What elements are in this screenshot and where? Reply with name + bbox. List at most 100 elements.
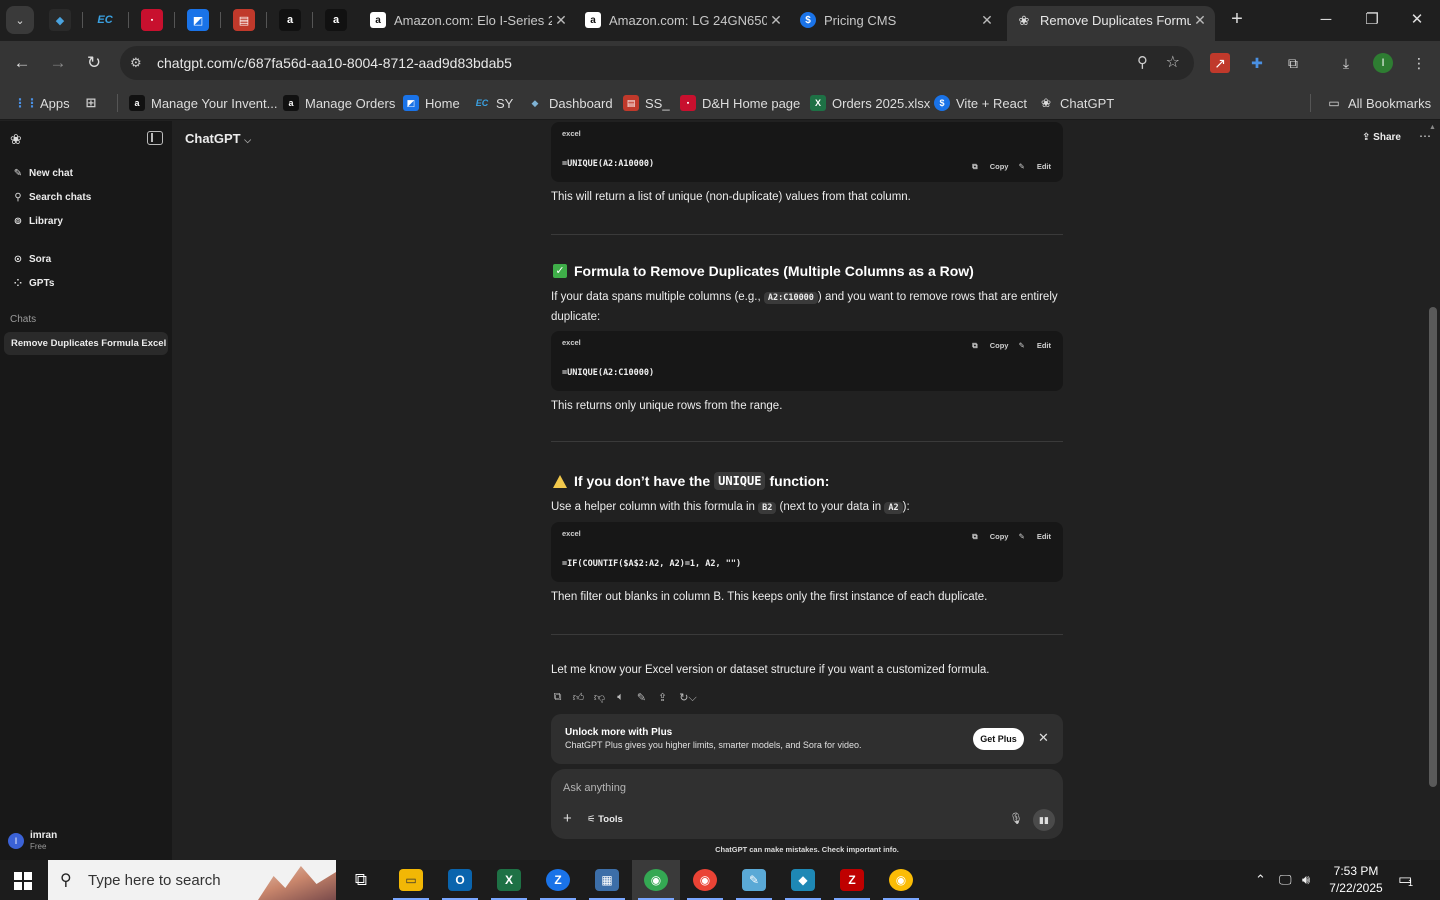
edit-button[interactable]: ✎ Edit xyxy=(1018,532,1051,541)
extensions-puzzle-icon[interactable]: ⧉ xyxy=(1283,53,1303,73)
chrome-alt-icon[interactable]: ◉ xyxy=(877,860,925,900)
pinned-tab-dh-icon[interactable]: ▪ xyxy=(141,9,163,31)
copy-button[interactable]: ⧉ Copy xyxy=(972,162,1008,171)
zoom-icon[interactable]: ⚲ xyxy=(1137,53,1148,71)
excel-icon[interactable]: X xyxy=(485,860,533,900)
network-icon[interactable]: 🖵︎ xyxy=(1279,872,1292,888)
bookmark-dh-home[interactable]: ▪ D&H Home page xyxy=(680,92,800,114)
copy-button[interactable]: ⧉ Copy xyxy=(972,341,1008,350)
bookmark-apps[interactable]: ⋮⋮ Apps xyxy=(14,92,70,114)
close-icon[interactable]: ✕ xyxy=(1038,730,1049,746)
tray-overflow-icon[interactable]: ⌃ xyxy=(1255,872,1266,888)
new-tab-button[interactable]: + xyxy=(1226,9,1248,31)
edit-canvas-icon[interactable]: ✎ xyxy=(635,691,648,705)
reload-button[interactable]: ↻ xyxy=(83,52,105,74)
file-explorer-icon[interactable]: ▭ xyxy=(387,860,435,900)
notepad-icon[interactable]: ✎ xyxy=(730,860,778,900)
tools-button[interactable]: ⚟ Tools xyxy=(587,814,623,825)
amazon-icon: a xyxy=(370,12,386,28)
pinned-tab-amazon-icon[interactable]: a xyxy=(279,9,301,31)
extension-blue-icon[interactable]: ✚ xyxy=(1247,53,1267,73)
close-icon[interactable]: ✕ xyxy=(978,12,996,29)
thumbs-up-icon[interactable]: 👍︎ xyxy=(572,691,585,705)
minimize-button[interactable]: ─ xyxy=(1314,8,1338,32)
sidebar-toggle-icon[interactable] xyxy=(147,131,163,145)
read-aloud-icon[interactable]: 🔈︎ xyxy=(614,691,627,705)
notification-center-icon[interactable]: ▭ 1 xyxy=(1398,870,1413,888)
bookmark-dashboard[interactable]: ◆ Dashboard xyxy=(527,92,613,114)
get-plus-button[interactable]: Get Plus xyxy=(973,728,1024,750)
browser-menu-icon[interactable]: ⋮ xyxy=(1409,53,1429,73)
restore-button[interactable]: ❐ xyxy=(1360,8,1384,32)
zoho-icon[interactable]: Z xyxy=(534,860,582,900)
share-button[interactable]: ⇪ Share xyxy=(1362,132,1401,143)
sidebar-item-sora[interactable]: ⊙ Sora xyxy=(12,251,51,267)
pinned-tab-ss-icon[interactable]: ▤ xyxy=(233,9,255,31)
close-icon[interactable]: ✕ xyxy=(552,12,570,29)
bookmark-sy[interactable]: EC SY xyxy=(474,92,514,114)
prompt-input[interactable] xyxy=(563,779,983,797)
tab-amazon-lg[interactable]: a Amazon.com: LG 24GN650 ✕ xyxy=(585,6,785,34)
thumbs-down-icon[interactable]: 👎︎ xyxy=(593,691,606,705)
back-button[interactable]: ← xyxy=(11,52,33,74)
forward-button[interactable]: → xyxy=(47,52,69,74)
download-icon[interactable]: ⤓ xyxy=(1336,53,1356,73)
sidebar-item-new-chat[interactable]: ✎ New chat xyxy=(12,165,73,181)
system-clock[interactable]: 7:53 PM 7/22/2025 xyxy=(1322,863,1390,897)
scrollbar-thumb[interactable] xyxy=(1429,307,1437,787)
pinned-tab-ec-icon[interactable]: EC xyxy=(94,9,116,31)
calculator-icon[interactable]: ▦ xyxy=(583,860,631,900)
all-bookmarks[interactable]: ▭ All Bookmarks xyxy=(1326,92,1431,114)
chrome-icon[interactable]: ◉ xyxy=(632,860,680,900)
share-icon[interactable]: ⇪ xyxy=(656,691,669,705)
url-text[interactable]: chatgpt.com/c/687fa56d-aa10-8004-8712-aa… xyxy=(157,55,512,71)
outlook-icon[interactable]: O xyxy=(436,860,484,900)
pinned-tab-google-icon[interactable]: ◩ xyxy=(187,9,209,31)
sidebar-item-search-chats[interactable]: ⚲ Search chats xyxy=(12,189,91,205)
tab-search-button[interactable]: ⌄ xyxy=(6,6,34,34)
bookmark-chatgpt[interactable]: ❀ ChatGPT xyxy=(1038,92,1114,114)
chat-item-remove-duplicates[interactable]: Remove Duplicates Formula Excel xyxy=(4,332,168,355)
bookmark-ss[interactable]: ▤ SS_ xyxy=(623,92,670,114)
address-bar[interactable]: ⚙ chatgpt.com/c/687fa56d-aa10-8004-8712-… xyxy=(120,46,1194,80)
model-selector[interactable]: ChatGPT ⌵ xyxy=(185,131,251,146)
close-icon[interactable]: ✕ xyxy=(1191,12,1209,29)
bookmark-orders-xlsx[interactable]: X Orders 2025.xlsx xyxy=(810,92,930,114)
taskbar-search[interactable]: ⚲ Type here to search xyxy=(48,860,336,900)
profile-avatar[interactable]: I xyxy=(1373,53,1393,73)
tab-remove-duplicates[interactable]: ❀ Remove Duplicates Formul ✕ xyxy=(1007,6,1215,41)
bookmark-star-icon[interactable]: ☆ xyxy=(1166,52,1180,72)
scroll-up-icon[interactable]: ▲ xyxy=(1429,124,1436,131)
close-icon[interactable]: ✕ xyxy=(767,12,785,29)
site-settings-icon[interactable]: ⚙ xyxy=(130,55,142,71)
app-diamond-icon[interactable]: ◆ xyxy=(779,860,827,900)
copy-button[interactable]: ⧉ Copy xyxy=(972,532,1008,541)
sidebar-item-gpts[interactable]: ⁘ GPTs xyxy=(12,275,55,291)
pinned-tab-amazon-icon[interactable]: a xyxy=(325,9,347,31)
extension-red-icon[interactable]: ↗ xyxy=(1210,53,1230,73)
add-attachment-icon[interactable]: + xyxy=(563,810,572,827)
volume-icon[interactable]: 🔊︎ xyxy=(1302,872,1310,888)
tab-pricing-cms[interactable]: $ Pricing CMS ✕ xyxy=(800,6,996,34)
voice-mode-button[interactable]: ▮▮ xyxy=(1033,809,1055,831)
task-view-icon[interactable]: ⧉ xyxy=(337,860,385,900)
edit-button[interactable]: ✎ Edit xyxy=(1018,341,1051,350)
microphone-icon[interactable]: 🎙︎ xyxy=(1009,812,1023,825)
bookmark-vite-react[interactable]: $ Vite + React xyxy=(934,92,1027,114)
bookmark-tab-groups[interactable]: ⊞ xyxy=(83,92,105,114)
pinned-tab-app-icon[interactable]: ◆ xyxy=(49,9,71,31)
regenerate-icon[interactable]: ↻⌵ xyxy=(677,691,699,705)
copy-icon[interactable]: ⧉ xyxy=(551,691,564,705)
share-icon: ⇪ xyxy=(1362,132,1371,143)
windows-start-button[interactable] xyxy=(14,872,32,890)
sidebar-item-library[interactable]: ⊚ Library xyxy=(12,213,63,229)
close-window-button[interactable]: ✕ xyxy=(1405,8,1429,32)
edit-button[interactable]: ✎ Edit xyxy=(1018,162,1051,171)
bookmark-manage-inventory[interactable]: a Manage Your Invent... xyxy=(129,92,277,114)
bookmark-home[interactable]: ◩ Home xyxy=(403,92,460,114)
bookmark-manage-orders[interactable]: a Manage Orders xyxy=(283,92,395,114)
tab-amazon-elo[interactable]: a Amazon.com: Elo I-Series 2 ✕ xyxy=(370,6,570,34)
filezilla-icon[interactable]: Z xyxy=(828,860,876,900)
chrome-profile-icon[interactable]: ◉ xyxy=(681,860,729,900)
chatgpt-logo-icon[interactable]: ❀ xyxy=(10,131,26,147)
